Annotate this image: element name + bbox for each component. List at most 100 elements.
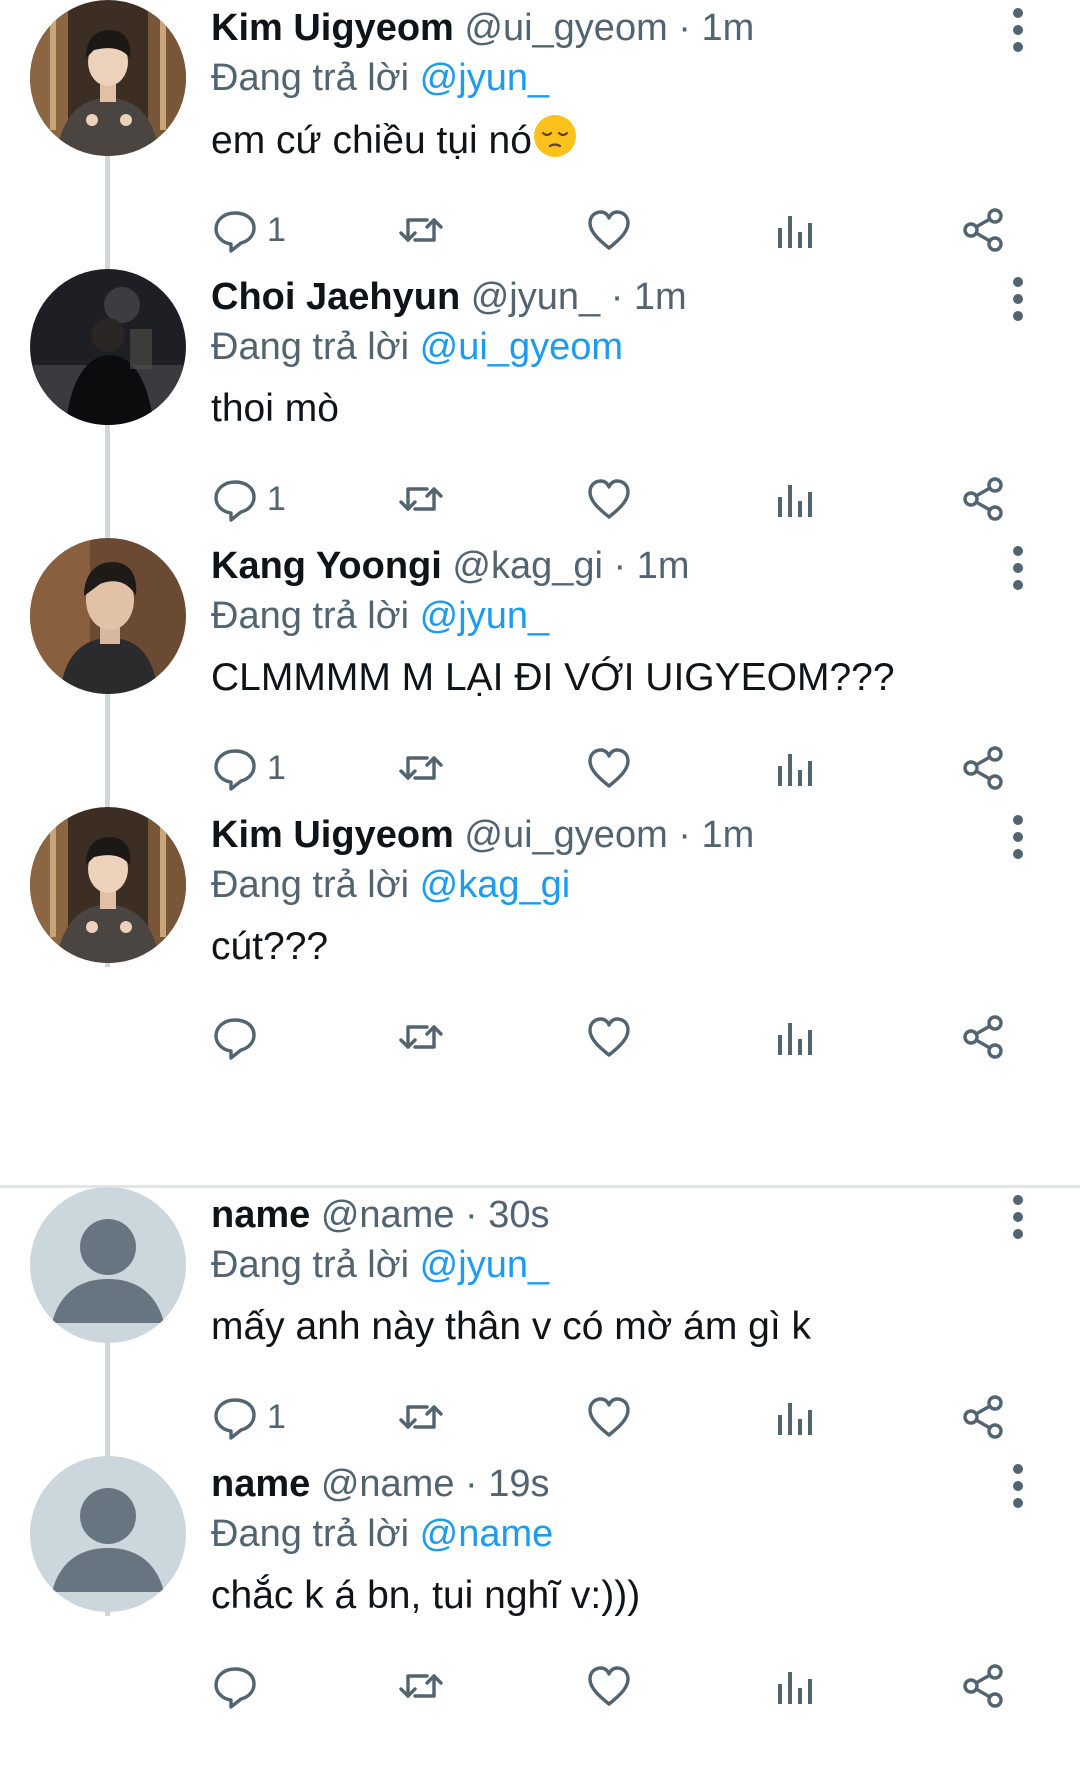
more-options-icon[interactable] bbox=[998, 815, 1038, 859]
avatar[interactable] bbox=[30, 1456, 186, 1612]
more-options-icon[interactable] bbox=[998, 546, 1038, 590]
more-options-icon[interactable] bbox=[998, 8, 1038, 52]
tweet-5[interactable]: name @name · 30s Đang trả lời @jyun_ mấy… bbox=[0, 1187, 1080, 1490]
share-button[interactable] bbox=[960, 1007, 1008, 1067]
replying-to-label: Đang trả lời bbox=[211, 1244, 410, 1286]
author-name[interactable]: Kang Yoongi bbox=[211, 545, 442, 587]
replying-to-mention[interactable]: @ui_gyeom bbox=[420, 326, 623, 368]
replying-to-mention[interactable]: @jyun_ bbox=[420, 1244, 549, 1286]
timestamp[interactable]: 30s bbox=[488, 1194, 549, 1236]
like-button[interactable] bbox=[585, 200, 633, 260]
heart-icon bbox=[588, 1397, 630, 1437]
tweet-4[interactable]: Kim Uigyeom @ui_gyeom · 1m Đang trả lời … bbox=[0, 807, 1080, 1110]
timestamp[interactable]: 1m bbox=[634, 276, 687, 318]
replying-to-mention[interactable]: @name bbox=[420, 1513, 554, 1555]
tweet-text: thoi mò bbox=[211, 382, 339, 436]
separator-dot: · bbox=[610, 276, 624, 318]
author-name[interactable]: Kim Uigyeom bbox=[211, 7, 454, 49]
avatar[interactable] bbox=[30, 538, 186, 694]
like-button[interactable] bbox=[585, 738, 633, 798]
retweet-button[interactable] bbox=[397, 200, 445, 260]
author-handle[interactable]: @jyun_ bbox=[471, 276, 600, 318]
analytics-button[interactable] bbox=[771, 1387, 819, 1447]
share-button[interactable] bbox=[960, 1656, 1008, 1716]
share-button[interactable] bbox=[960, 738, 1008, 798]
author-name[interactable]: Kim Uigyeom bbox=[211, 814, 454, 856]
tweet-actions-bar: 1 bbox=[0, 1387, 1080, 1447]
author-handle[interactable]: @kag_gi bbox=[452, 545, 603, 587]
reply-button[interactable] bbox=[211, 1007, 267, 1067]
like-button[interactable] bbox=[585, 469, 633, 529]
replying-to-label: Đang trả lời bbox=[211, 326, 410, 368]
replying-to-line: Đang trả lời @kag_gi bbox=[211, 859, 570, 911]
tweet-header: name @name · 19s bbox=[211, 1458, 991, 1510]
more-options-icon[interactable] bbox=[998, 1195, 1038, 1239]
share-button[interactable] bbox=[960, 1387, 1008, 1447]
retweet-button[interactable] bbox=[397, 1656, 445, 1716]
retweet-button[interactable] bbox=[397, 1387, 445, 1447]
bar-chart-icon bbox=[778, 485, 812, 517]
author-handle[interactable]: @name bbox=[321, 1463, 455, 1505]
reply-button[interactable]: 1 bbox=[211, 469, 286, 529]
replying-to-line: Đang trả lời @name bbox=[211, 1508, 553, 1560]
reply-button[interactable]: 1 bbox=[211, 200, 286, 260]
author-name[interactable]: name bbox=[211, 1194, 310, 1236]
timestamp[interactable]: 1m bbox=[702, 7, 755, 49]
like-button[interactable] bbox=[585, 1656, 633, 1716]
timestamp[interactable]: 19s bbox=[488, 1463, 549, 1505]
author-handle[interactable]: @ui_gyeom bbox=[464, 814, 667, 856]
like-button[interactable] bbox=[585, 1387, 633, 1447]
author-name[interactable]: name bbox=[211, 1463, 310, 1505]
replying-to-mention[interactable]: @jyun_ bbox=[420, 57, 549, 99]
avatar[interactable] bbox=[30, 1187, 186, 1343]
author-handle[interactable]: @ui_gyeom bbox=[464, 7, 667, 49]
author-handle[interactable]: @name bbox=[321, 1194, 455, 1236]
avatar[interactable] bbox=[30, 0, 186, 156]
replying-to-mention[interactable]: @jyun_ bbox=[420, 595, 549, 637]
bar-chart-icon bbox=[778, 1023, 812, 1055]
reply-count: 1 bbox=[267, 210, 286, 249]
replying-to-label: Đang trả lời bbox=[211, 864, 410, 906]
analytics-button[interactable] bbox=[771, 1656, 819, 1716]
analytics-button[interactable] bbox=[771, 1007, 819, 1067]
more-options-icon[interactable] bbox=[998, 1464, 1038, 1508]
author-name[interactable]: Choi Jaehyun bbox=[211, 276, 460, 318]
tweet-3[interactable]: Kang Yoongi @kag_gi · 1m Đang trả lời @j… bbox=[0, 538, 1080, 841]
tweet-header: Kang Yoongi @kag_gi · 1m bbox=[211, 540, 991, 592]
separator-dot: · bbox=[613, 545, 627, 587]
heart-icon bbox=[588, 1017, 630, 1057]
like-button[interactable] bbox=[585, 1007, 633, 1067]
avatar[interactable] bbox=[30, 807, 186, 963]
share-icon bbox=[963, 208, 1003, 252]
timestamp[interactable]: 1m bbox=[637, 545, 690, 587]
tweet-text-content: chắc k á bn, tui nghĩ v:))) bbox=[211, 1574, 641, 1617]
retweet-icon bbox=[399, 756, 443, 780]
tweet-text-content: em cứ chiều tụi nó bbox=[211, 119, 532, 162]
reply-count: 1 bbox=[267, 748, 286, 787]
tweet-1[interactable]: Kim Uigyeom @ui_gyeom · 1m Đang trả lời … bbox=[0, 0, 1080, 303]
replying-to-label: Đang trả lời bbox=[211, 57, 410, 99]
avatar[interactable] bbox=[30, 269, 186, 425]
analytics-button[interactable] bbox=[771, 469, 819, 529]
tweet-actions-bar bbox=[0, 1656, 1080, 1716]
tweet-actions-bar: 1 bbox=[0, 738, 1080, 798]
tweet-6[interactable]: name @name · 19s Đang trả lời @name chắc… bbox=[0, 1456, 1080, 1759]
tweet-2[interactable]: Choi Jaehyun @jyun_ · 1m Đang trả lời @u… bbox=[0, 269, 1080, 572]
analytics-button[interactable] bbox=[771, 200, 819, 260]
replying-to-line: Đang trả lời @jyun_ bbox=[211, 1239, 549, 1291]
more-options-icon[interactable] bbox=[998, 277, 1038, 321]
retweet-button[interactable] bbox=[397, 1007, 445, 1067]
share-button[interactable] bbox=[960, 469, 1008, 529]
reply-button[interactable] bbox=[211, 1656, 267, 1716]
retweet-button[interactable] bbox=[397, 738, 445, 798]
timestamp[interactable]: 1m bbox=[702, 814, 755, 856]
tweet-actions-bar: 1 bbox=[0, 200, 1080, 260]
retweet-icon bbox=[399, 487, 443, 511]
retweet-button[interactable] bbox=[397, 469, 445, 529]
share-button[interactable] bbox=[960, 200, 1008, 260]
replying-to-mention[interactable]: @kag_gi bbox=[420, 864, 571, 906]
analytics-button[interactable] bbox=[771, 738, 819, 798]
reply-button[interactable]: 1 bbox=[211, 1387, 286, 1447]
tweet-text: mấy anh này thân v có mờ ám gì k bbox=[211, 1300, 811, 1354]
reply-button[interactable]: 1 bbox=[211, 738, 286, 798]
